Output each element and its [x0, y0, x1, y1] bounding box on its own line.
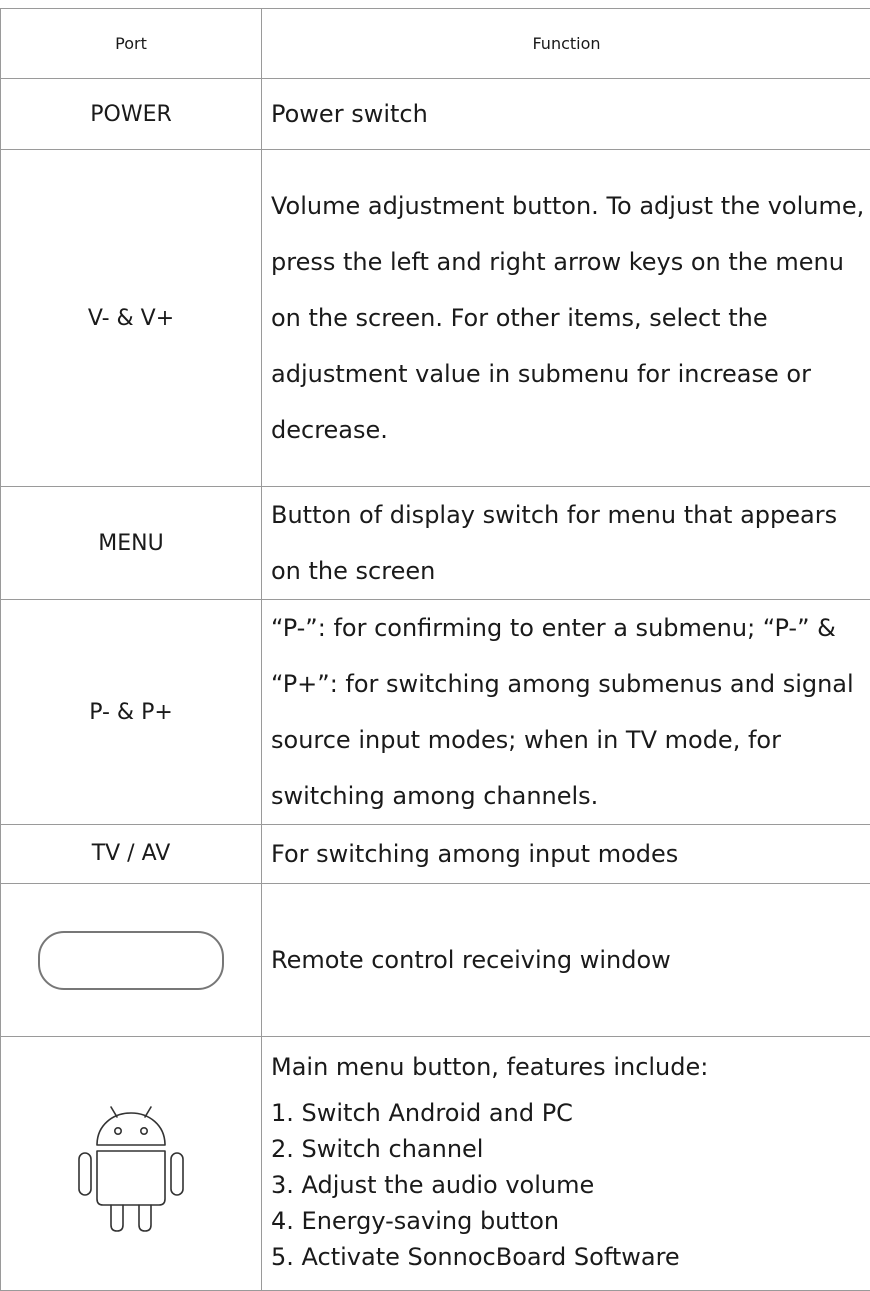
- port-function-table: Port Function POWER Power switch V- & V+…: [0, 8, 870, 1291]
- header-row: Port Function: [1, 9, 870, 79]
- feature-item: 5. Activate SonnocBoard Software: [271, 1239, 870, 1275]
- table-row: POWER Power switch: [1, 79, 870, 150]
- port-cell: V- & V+: [1, 150, 262, 487]
- function-cell: “P-”: for confirming to enter a submenu;…: [262, 600, 870, 825]
- function-text: Button of display switch for menu that a…: [271, 487, 870, 599]
- feature-item: 2. Switch channel: [271, 1131, 870, 1167]
- function-text: Main menu button, features include:: [271, 1045, 870, 1089]
- function-text: Remote control receiving window: [271, 932, 870, 988]
- table-row: TV / AV For switching among input modes: [1, 825, 870, 884]
- header-port: Port: [1, 9, 262, 79]
- feature-item: 4. Energy-saving button: [271, 1203, 870, 1239]
- port-cell: TV / AV: [1, 825, 262, 884]
- function-cell: Remote control receiving window: [262, 884, 870, 1037]
- table-row: MENU Button of display switch for menu t…: [1, 487, 870, 600]
- port-cell: POWER: [1, 79, 262, 150]
- feature-item: 1. Switch Android and PC: [271, 1095, 870, 1131]
- port-cell: P- & P+: [1, 600, 262, 825]
- function-text: Power switch: [271, 86, 870, 142]
- feature-item: 3. Adjust the audio volume: [271, 1167, 870, 1203]
- android-icon: [73, 1099, 189, 1233]
- port-cell: [1, 1037, 262, 1291]
- port-cell: MENU: [1, 487, 262, 600]
- function-text: For switching among input modes: [271, 834, 870, 874]
- table-row: Remote control receiving window: [1, 884, 870, 1037]
- remote-receiver-window-icon: [38, 931, 224, 990]
- function-cell: Power switch: [262, 79, 870, 150]
- function-cell: For switching among input modes: [262, 825, 870, 884]
- function-cell: Volume adjustment button. To adjust the …: [262, 150, 870, 487]
- header-function: Function: [262, 9, 870, 79]
- function-text: “P-”: for confirming to enter a submenu;…: [271, 600, 870, 824]
- table-row: V- & V+ Volume adjustment button. To adj…: [1, 150, 870, 487]
- port-cell: [1, 884, 262, 1037]
- function-cell: Button of display switch for menu that a…: [262, 487, 870, 600]
- table-row: P- & P+ “P-”: for confirming to enter a …: [1, 600, 870, 825]
- function-text: Volume adjustment button. To adjust the …: [271, 178, 870, 458]
- function-cell: Main menu button, features include: 1. S…: [262, 1037, 870, 1291]
- table-row: Main menu button, features include: 1. S…: [1, 1037, 870, 1291]
